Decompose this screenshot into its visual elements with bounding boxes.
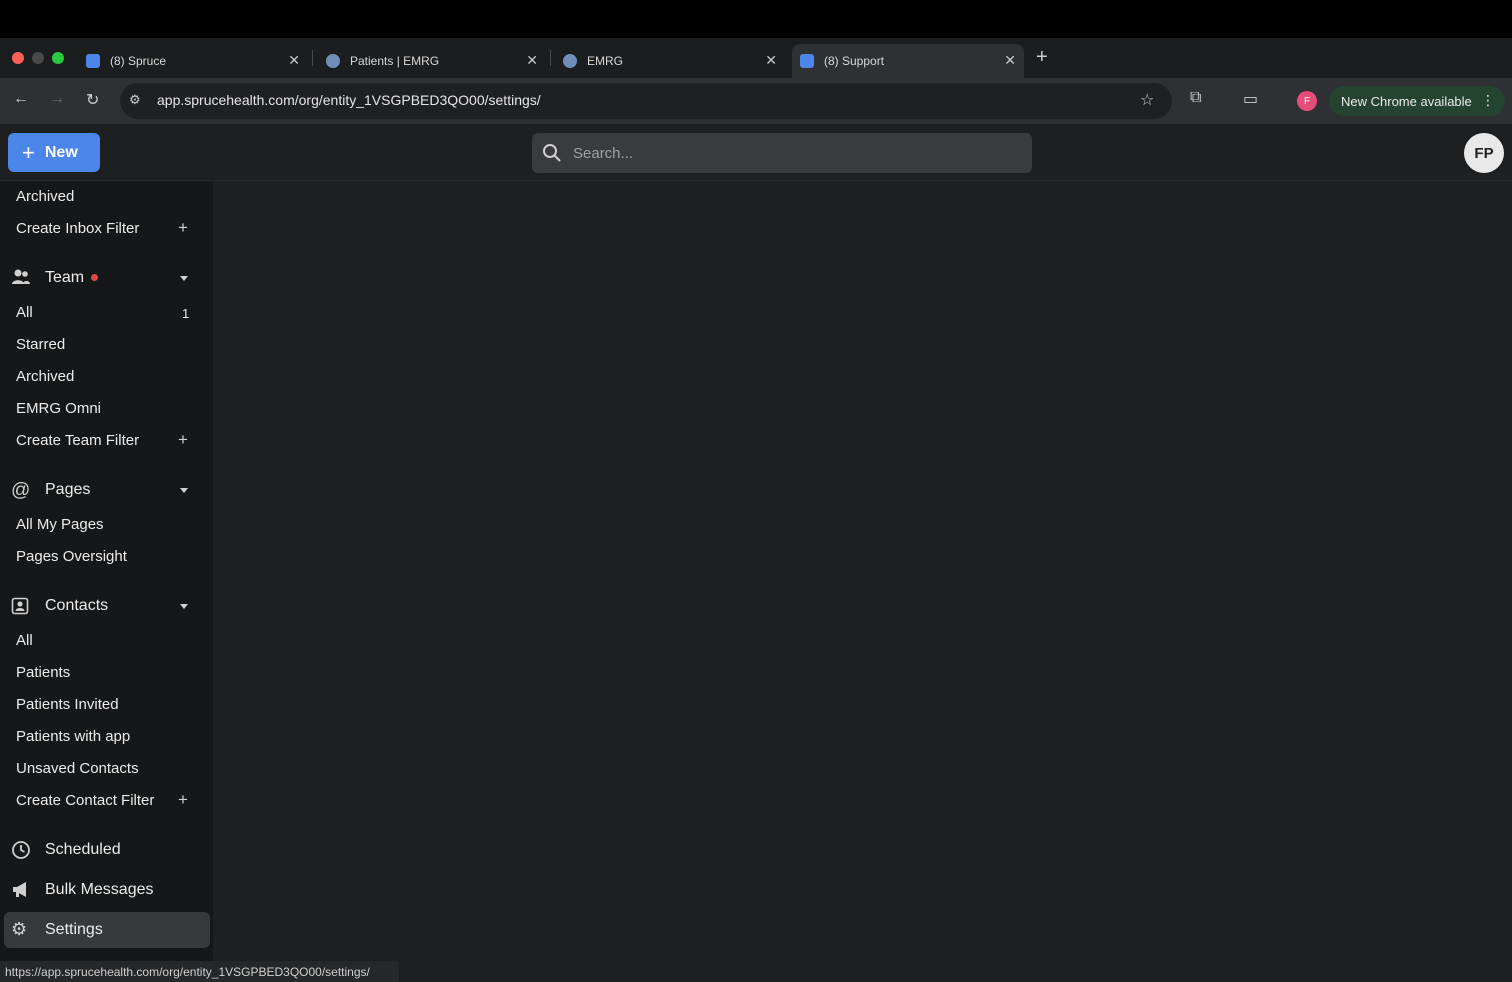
back-icon[interactable]: ← <box>13 90 29 108</box>
contacts-icon <box>11 597 29 615</box>
clock-icon <box>12 841 30 859</box>
search-placeholder: Search... <box>573 145 634 162</box>
close-window-button[interactable] <box>12 52 24 64</box>
search-input[interactable]: Search... <box>532 133 1032 173</box>
megaphone-icon <box>13 882 26 897</box>
spruce-icon <box>800 54 814 68</box>
tab-patients-emrg[interactable]: Patients | EMRG ✕ <box>318 44 546 78</box>
sidebar-item-unsaved-contacts[interactable]: Unsaved Contacts <box>16 760 139 777</box>
update-label: New Chrome available <box>1341 93 1472 109</box>
tab-divider <box>550 50 551 66</box>
section-contacts[interactable]: Contacts <box>45 597 108 615</box>
add-inbox-filter-icon[interactable]: + <box>178 218 188 238</box>
chevron-down-icon[interactable] <box>180 604 188 609</box>
url-text[interactable]: app.sprucehealth.com/org/entity_1VSGPBED… <box>157 92 541 108</box>
new-chrome-available-button[interactable]: New Chrome available ⋮ <box>1329 86 1505 116</box>
plus-icon: + <box>22 139 35 165</box>
emrg-icon <box>326 54 340 68</box>
close-icon[interactable]: ✕ <box>526 52 538 69</box>
spruce-icon <box>86 54 100 68</box>
section-pages[interactable]: Pages <box>45 481 90 499</box>
user-avatar[interactable]: FP <box>1464 133 1504 173</box>
add-contact-filter-icon[interactable]: + <box>178 790 188 810</box>
gear-icon: ⚙ <box>11 919 28 939</box>
emrg-icon <box>563 54 577 68</box>
tab-emrg[interactable]: EMRG ✕ <box>555 44 785 78</box>
sidebar-item-create-team-filter[interactable]: Create Team Filter <box>16 432 139 449</box>
more-menu-icon[interactable]: ⋮ <box>1481 92 1495 109</box>
zoom-window-button[interactable] <box>52 52 64 64</box>
chevron-down-icon[interactable] <box>180 488 188 493</box>
sidebar-item-team-all[interactable]: All <box>16 304 33 321</box>
new-button-label: New <box>44 143 78 161</box>
section-team[interactable]: Team <box>45 269 84 287</box>
reload-icon[interactable]: ↻ <box>86 90 99 110</box>
sidebar-item-create-contact-filter[interactable]: Create Contact Filter <box>16 792 154 809</box>
sidebar-item-all-my-pages[interactable]: All My Pages <box>16 516 104 533</box>
new-button[interactable]: + New <box>8 133 100 172</box>
close-icon[interactable]: ✕ <box>1004 52 1016 69</box>
sidebar-item-pages-oversight[interactable]: Pages Oversight <box>16 548 127 565</box>
forward-icon[interactable]: → <box>49 90 65 108</box>
sidebar-item-team-starred[interactable]: Starred <box>16 336 65 353</box>
search-icon <box>543 144 561 162</box>
sidebar-item-patients-with-app[interactable]: Patients with app <box>16 728 130 745</box>
sidebar-item-contacts-all[interactable]: All <box>16 632 33 649</box>
sidebar-item-patients[interactable]: Patients <box>16 664 70 681</box>
sidebar-item-scheduled[interactable]: Scheduled <box>45 841 121 859</box>
team-icon <box>12 269 30 284</box>
settings-label[interactable]: Settings <box>45 921 103 939</box>
close-icon[interactable]: ✕ <box>288 52 300 69</box>
new-tab-button[interactable]: + <box>1036 46 1048 69</box>
macos-menu-strip <box>0 0 1512 38</box>
bookmark-star-icon[interactable]: ☆ <box>1140 90 1154 110</box>
close-icon[interactable]: ✕ <box>765 52 777 69</box>
tab-title: EMRG <box>587 54 623 68</box>
team-all-count: 1 <box>182 306 190 321</box>
sidebar-item-team-archived[interactable]: Archived <box>16 368 74 385</box>
tab-spruce[interactable]: (8) Spruce ✕ <box>78 44 308 78</box>
extensions-icon[interactable]: ⧉ <box>1190 89 1201 107</box>
sidebar-item-inbox-archived[interactable]: Archived <box>16 188 74 205</box>
tab-title: (8) Support <box>824 54 885 68</box>
site-settings-icon[interactable]: ⚙ <box>129 92 141 108</box>
tab-divider <box>312 50 313 66</box>
sidebar-item-create-inbox-filter[interactable]: Create Inbox Filter <box>16 220 139 237</box>
status-bar-url: https://app.sprucehealth.com/org/entity_… <box>0 961 399 982</box>
add-team-filter-icon[interactable]: + <box>178 430 188 450</box>
cast-icon[interactable]: ▭ <box>1243 89 1258 109</box>
at-sign-icon: @ <box>11 480 31 501</box>
notification-dot <box>91 274 98 281</box>
tab-title: (8) Spruce <box>110 54 167 68</box>
sidebar-item-bulk-messages[interactable]: Bulk Messages <box>45 881 154 899</box>
tab-title: Patients | EMRG <box>350 54 440 68</box>
sidebar-item-patients-invited[interactable]: Patients Invited <box>16 696 119 713</box>
tab-support[interactable]: (8) Support ✕ <box>792 44 1024 78</box>
sidebar-item-settings[interactable] <box>4 912 210 948</box>
chevron-down-icon[interactable] <box>180 276 188 281</box>
main-content <box>213 181 1512 961</box>
profile-avatar[interactable]: F <box>1297 91 1317 111</box>
minimize-window-button[interactable] <box>32 52 44 64</box>
sidebar-item-emrg-omni[interactable]: EMRG Omni <box>16 400 101 417</box>
